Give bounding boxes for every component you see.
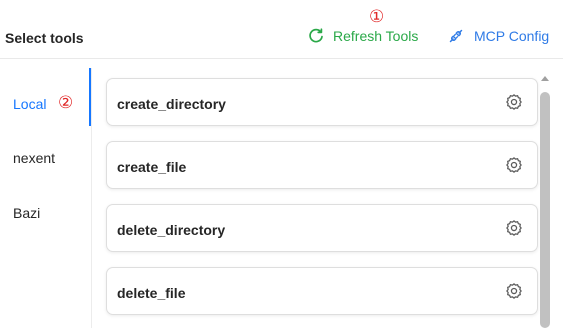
gear-icon[interactable] xyxy=(505,156,523,174)
tool-name: create_file xyxy=(117,159,187,175)
link-icon xyxy=(449,29,463,43)
tool-selector-header: Select tools Refresh Tools MCP Config xyxy=(0,0,567,59)
scroll-up-arrow[interactable] xyxy=(541,76,549,81)
tool-name: create_directory xyxy=(117,96,226,112)
header-divider xyxy=(0,58,563,59)
refresh-icon xyxy=(309,28,323,43)
gear-icon[interactable] xyxy=(505,282,523,300)
tool-name: delete_file xyxy=(117,285,186,301)
tool-card[interactable]: create_file xyxy=(106,141,538,189)
mcp-config-label: MCP Config xyxy=(474,28,550,44)
gear-icon[interactable] xyxy=(505,219,523,237)
scrollbar-thumb[interactable] xyxy=(540,92,550,328)
tool-card[interactable]: delete_directory xyxy=(106,204,538,252)
refresh-tools-label: Refresh Tools xyxy=(333,28,419,44)
sidebar-divider xyxy=(91,68,92,328)
sidebar-item-local[interactable]: Local xyxy=(13,96,46,112)
tool-card[interactable]: delete_file xyxy=(106,267,538,315)
active-tab-indicator xyxy=(89,68,91,126)
annotation-marker-1: ① xyxy=(369,7,385,26)
section-title: Select tools xyxy=(5,30,84,46)
gear-icon[interactable] xyxy=(505,93,523,111)
tool-source-sidebar: Local nexent Bazi xyxy=(0,68,92,328)
sidebar-item-nexent[interactable]: nexent xyxy=(13,150,55,166)
tool-card[interactable]: create_directory xyxy=(106,78,538,126)
mcp-config-button[interactable]: MCP Config xyxy=(448,28,549,44)
refresh-tools-button[interactable]: Refresh Tools xyxy=(308,28,418,44)
sidebar-item-bazi[interactable]: Bazi xyxy=(13,205,40,221)
tool-name: delete_directory xyxy=(117,222,226,238)
